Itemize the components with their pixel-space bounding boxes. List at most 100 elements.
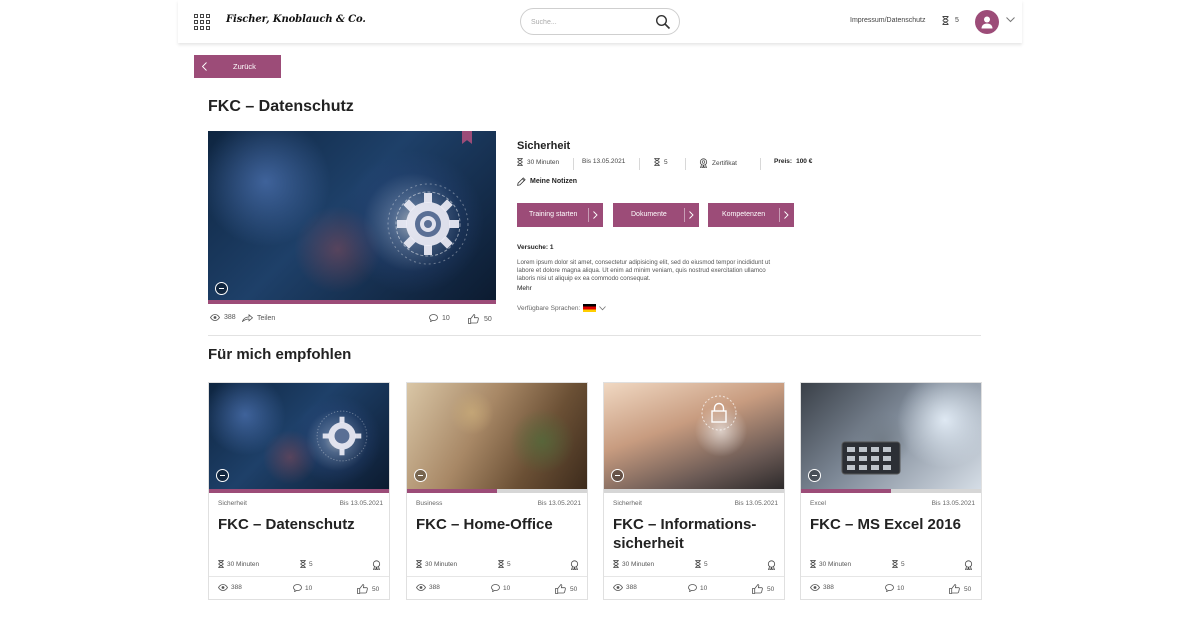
section-divider [208, 335, 981, 336]
card-likes-count: 50 [570, 585, 578, 593]
card-comments[interactable]: 10 [688, 584, 707, 592]
card-title: FKC – Datenschutz [218, 516, 355, 533]
documents-label: Dokumente [631, 211, 667, 218]
comment-icon [885, 584, 894, 592]
brand-logo[interactable]: Fischer, Knoblauch & Co. [226, 14, 366, 25]
hourglass-icon [613, 560, 619, 568]
card-stats: 388 10 50 [810, 584, 974, 596]
card-hourglass-text: 5 [309, 560, 313, 568]
course-thumbnail [407, 383, 587, 489]
card-comments[interactable]: 10 [885, 584, 904, 592]
more-link[interactable]: Mehr [517, 285, 532, 292]
likes-stat[interactable]: 50 [468, 314, 492, 324]
card-hourglass: 5 [892, 560, 905, 568]
certificate-icon [964, 560, 973, 570]
card-category: Business [416, 500, 443, 507]
duration-meta: 30 Minuten [517, 158, 559, 166]
comments-count: 10 [442, 314, 450, 322]
card-deadline: Bis 13.05.2021 [734, 500, 778, 507]
avatar[interactable] [975, 10, 999, 34]
german-flag-icon[interactable] [583, 304, 597, 312]
card-comments-count: 10 [700, 584, 708, 592]
my-notes-link[interactable]: Meine Notizen [517, 177, 577, 186]
card-views-count: 388 [823, 584, 834, 591]
course-hero-image[interactable] [208, 131, 496, 300]
card-comments-count: 10 [305, 584, 313, 592]
deadline-meta: Bis 13.05.2021 [582, 158, 625, 165]
hourglass-icon [695, 560, 701, 568]
lock-icon [701, 395, 737, 431]
card-hourglass: 5 [695, 560, 708, 568]
hourglass-text: 5 [664, 158, 668, 166]
search-icon[interactable] [655, 14, 671, 30]
search-box[interactable] [520, 8, 680, 35]
card-progress-fill [801, 489, 891, 493]
card-duration: 30 Minuten [416, 560, 457, 568]
card-title: FKC – Informations-sicherheit [613, 516, 757, 552]
attempts-text: Versuche: 1 [517, 244, 554, 251]
button-divider [588, 208, 589, 222]
card-meta: 30 Minuten 5 [613, 560, 777, 572]
search-input[interactable] [531, 15, 651, 29]
hourglass-icon [892, 560, 898, 568]
card-likes-count: 50 [767, 585, 775, 593]
meta-divider [639, 158, 640, 170]
comment-icon [293, 584, 302, 592]
card-duration-text: 30 Minuten [622, 560, 655, 568]
hero-progress-fill [208, 300, 496, 304]
chevron-down-icon[interactable] [599, 305, 607, 311]
card-meta: 30 Minuten 5 [218, 560, 382, 572]
chevron-down-icon[interactable] [1006, 17, 1015, 23]
course-card[interactable]: Business Bis 13.05.2021 FKC – Home-Offic… [406, 382, 588, 600]
card-likes[interactable]: 50 [949, 584, 971, 594]
top-bar: Fischer, Knoblauch & Co. Impressum/Daten… [178, 0, 1022, 43]
meta-divider [685, 158, 686, 170]
course-card[interactable]: Sicherheit Bis 13.05.2021 FKC – Informat… [603, 382, 785, 600]
documents-button[interactable]: Dokumente [613, 203, 699, 227]
hero-progress-bar [208, 300, 496, 304]
share-link[interactable]: Teilen [242, 314, 275, 322]
start-training-button[interactable]: Training starten [517, 203, 603, 227]
back-button[interactable]: Zurück [194, 55, 281, 78]
eye-icon [613, 584, 623, 591]
thumbs-up-icon [752, 584, 763, 594]
card-title: FKC – MS Excel 2016 [810, 516, 961, 533]
hourglass-meta: 5 [654, 158, 668, 166]
card-deadline: Bis 13.05.2021 [339, 500, 383, 507]
certificate-icon [699, 158, 708, 168]
card-duration-text: 30 Minuten [227, 560, 260, 568]
card-stats: 388 10 50 [218, 584, 382, 596]
card-hourglass-text: 5 [901, 560, 905, 568]
card-likes-count: 50 [372, 585, 380, 593]
hourglass-counter[interactable]: 5 [942, 16, 959, 25]
impressum-link[interactable]: Impressum/Datenschutz [850, 17, 925, 24]
my-notes-label: Meine Notizen [530, 178, 578, 185]
pencil-icon [517, 177, 526, 186]
competencies-button[interactable]: Kompetenzen [708, 203, 794, 227]
card-progress-bar [407, 489, 587, 493]
meta-divider [760, 158, 761, 170]
card-duration: 30 Minuten [218, 560, 259, 568]
course-thumbnail [801, 383, 981, 489]
certificate-icon [570, 560, 579, 570]
comments-stat[interactable]: 10 [429, 314, 450, 322]
languages-row: Verfügbare Sprachen: [517, 304, 607, 312]
share-label: Teilen [257, 314, 276, 322]
course-card[interactable]: Excel Bis 13.05.2021 FKC – MS Excel 2016… [800, 382, 982, 600]
comment-icon [688, 584, 697, 592]
card-likes[interactable]: 50 [752, 584, 774, 594]
hourglass-count: 5 [955, 17, 959, 24]
card-likes[interactable]: 50 [555, 584, 577, 594]
card-comments[interactable]: 10 [293, 584, 312, 592]
card-likes[interactable]: 50 [357, 584, 379, 594]
card-comments[interactable]: 10 [491, 584, 510, 592]
course-card[interactable]: Sicherheit Bis 13.05.2021 FKC – Datensch… [208, 382, 390, 600]
card-divider [801, 576, 981, 577]
languages-label: Verfügbare Sprachen: [517, 304, 581, 312]
card-hourglass: 5 [300, 560, 313, 568]
app-grid-icon[interactable] [194, 14, 210, 30]
price-value: 100 € [796, 158, 813, 165]
course-category: Sicherheit [517, 140, 571, 152]
chevron-right-icon [689, 211, 694, 219]
deadline-text: Bis 13.05.2021 [582, 158, 626, 165]
